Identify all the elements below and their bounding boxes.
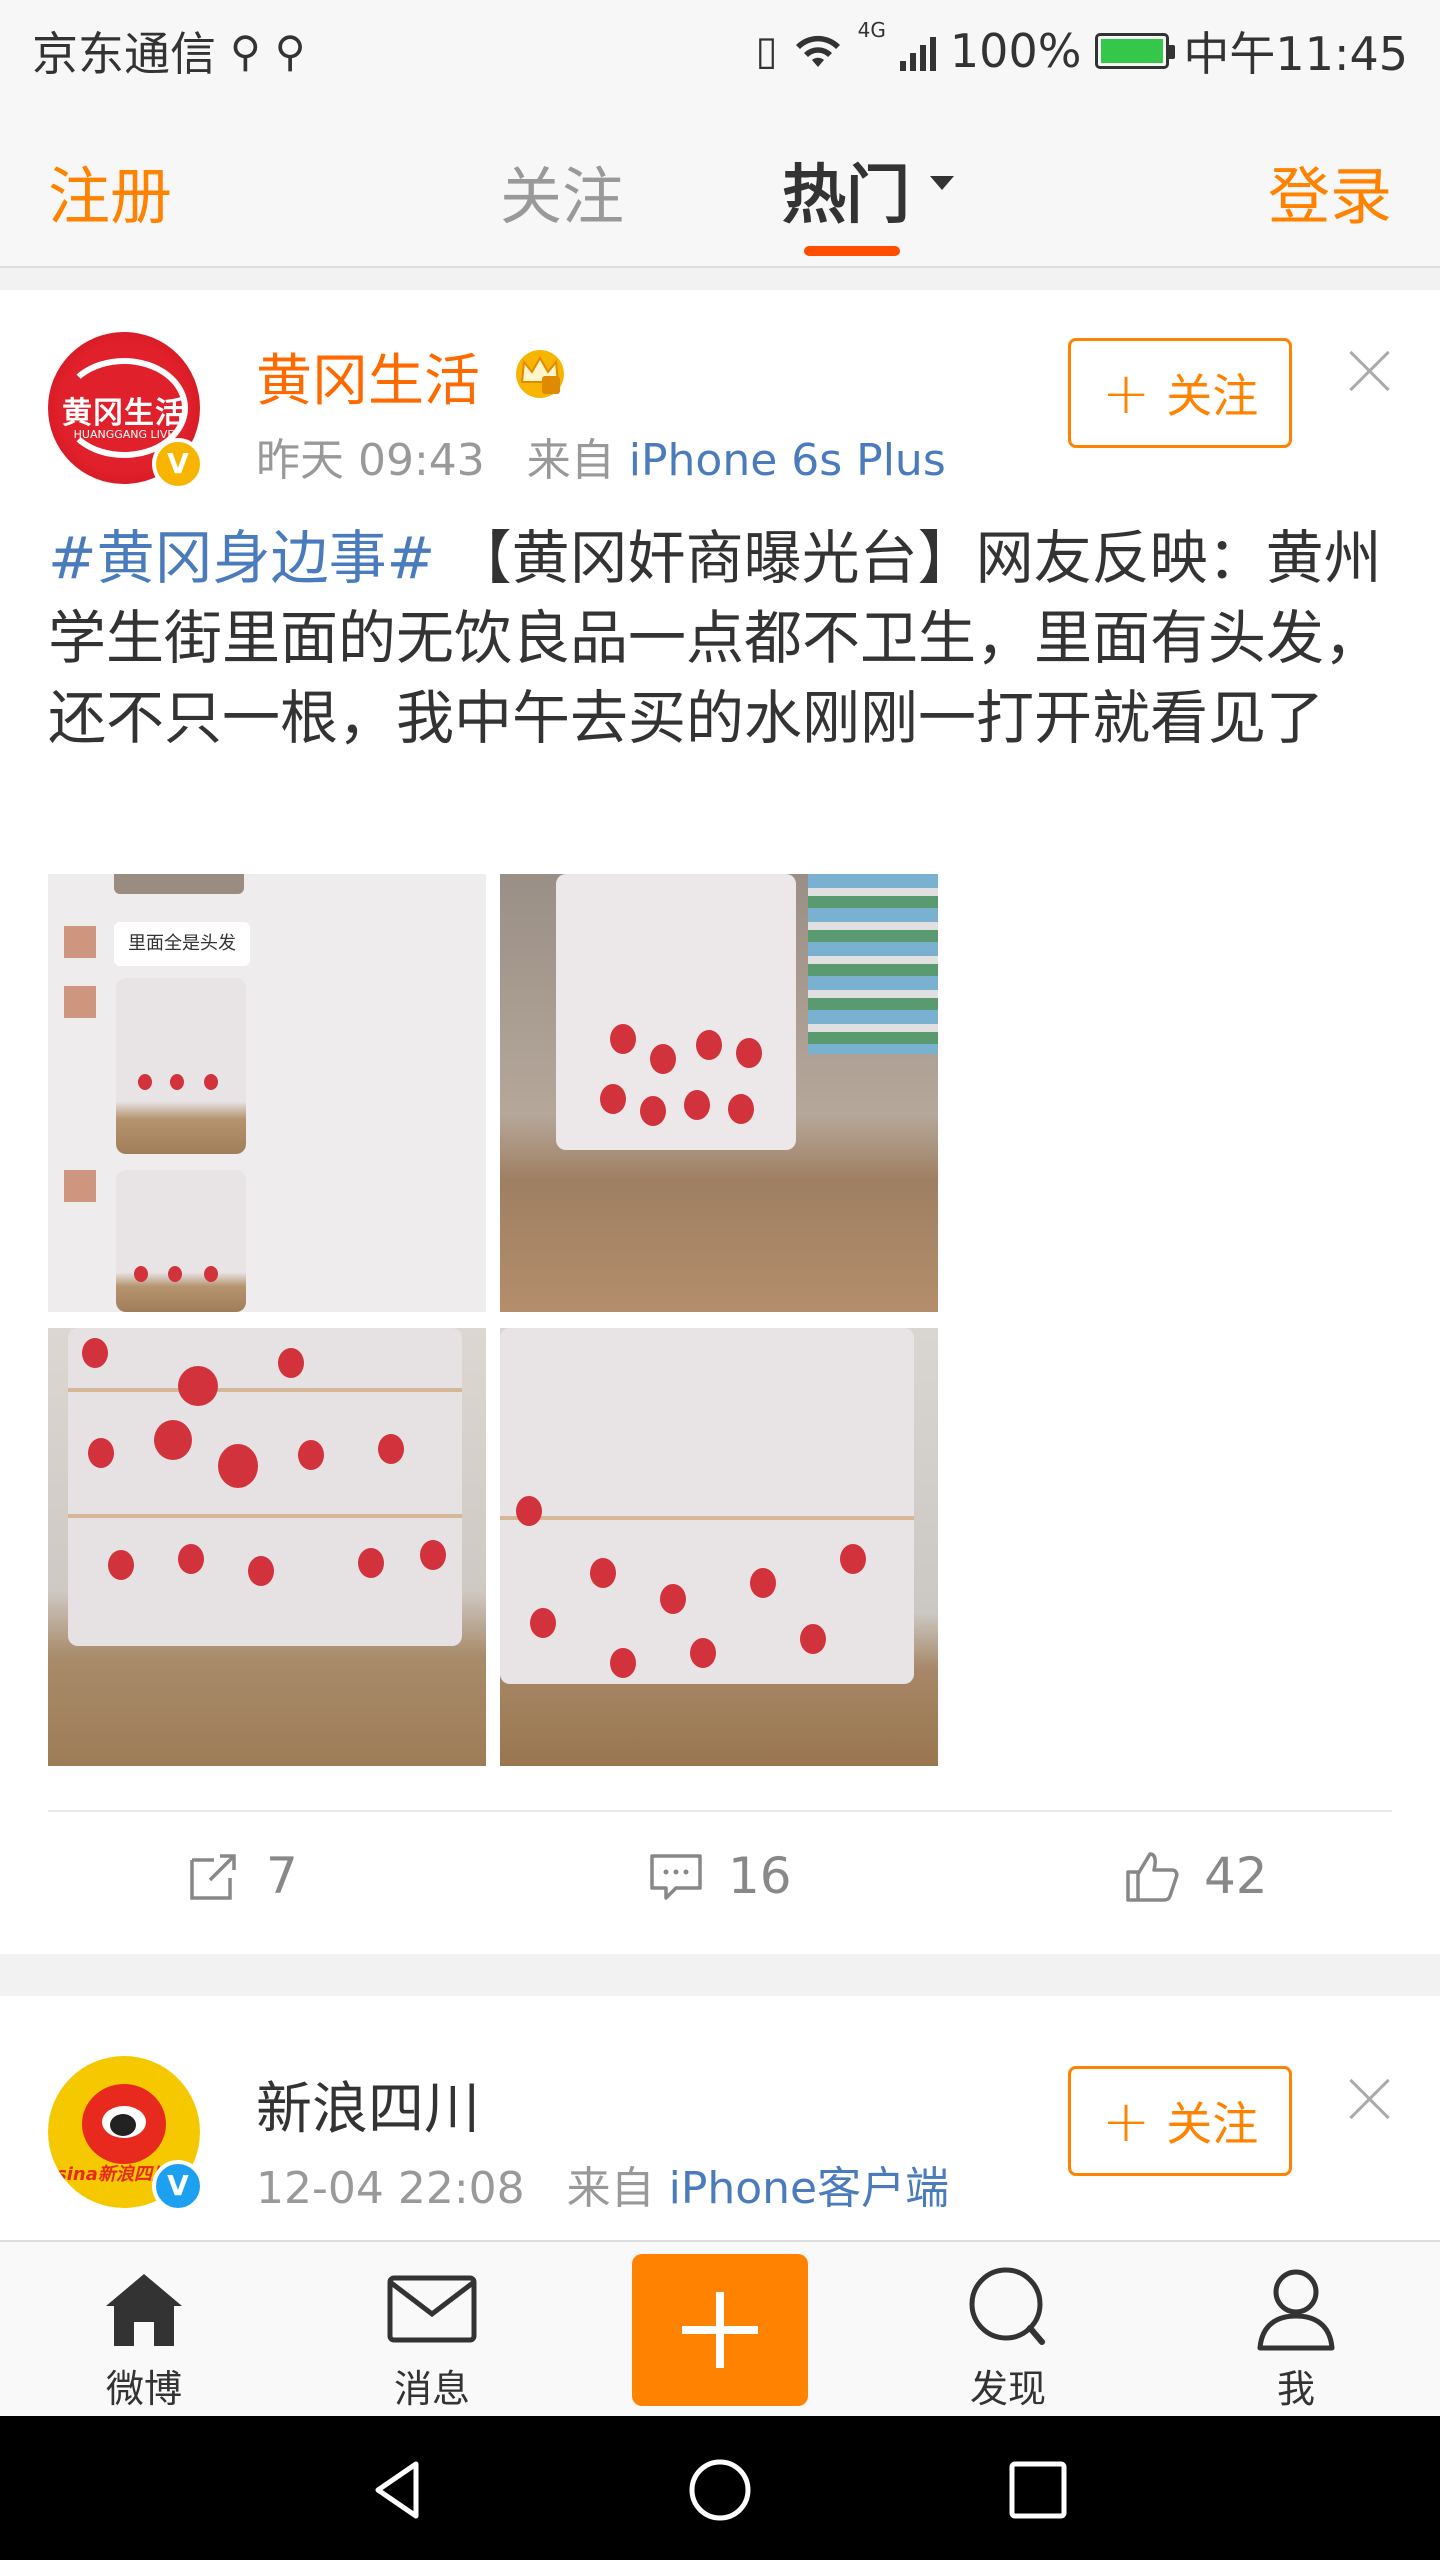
post-image-3[interactable] [48, 1328, 486, 1766]
comment-count: 16 [728, 1847, 792, 1905]
status-right: ▯ 4G 100% 中午11:45 [756, 18, 1408, 84]
tab-discover[interactable]: 发现 [918, 2262, 1098, 2413]
chat-avatar [64, 926, 96, 958]
repost-count: 7 [266, 1847, 298, 1905]
usb-icon: ⚲ [230, 26, 261, 76]
post-time: 昨天 09:43 [256, 435, 485, 486]
post-actions: 7 16 42 [0, 1812, 1440, 1954]
clock: 中午11:45 [1183, 27, 1408, 81]
plus-icon: + [1101, 359, 1151, 427]
verified-badge-icon: V [152, 438, 204, 490]
from-label: 来自 [526, 435, 615, 486]
post-image-1[interactable]: 里面全是头发 [48, 874, 486, 1312]
follow-button-label: 关注 [1166, 2097, 1259, 2151]
post-meta: 昨天 09:43 来自 iPhone 6s Plus [256, 424, 946, 488]
post-card[interactable]: sina新浪四川 V 新浪四川 12-04 22:08 来自 iPhone客户端… [0, 1996, 1440, 2240]
avatar-logo-text: 黄冈生活 [62, 396, 186, 431]
follow-button[interactable]: + 关注 [1068, 338, 1292, 448]
post-image-4[interactable] [500, 1328, 938, 1766]
tab-messages-label: 消息 [393, 2367, 470, 2411]
tab-home-label: 微博 [105, 2367, 182, 2411]
battery-percent: 100% [949, 24, 1082, 78]
post-source[interactable]: iPhone客户端 [669, 2163, 950, 2214]
thumbs-up-icon [1126, 1852, 1179, 1902]
tab-follow[interactable]: 关注 [500, 146, 624, 236]
post-text: #黄冈身边事# 【黄冈奸商曝光台】网友反映：黄州学生街里面的无饮良品一点都不卫生… [48, 518, 1388, 758]
repost-icon [190, 1854, 236, 1900]
tab-me[interactable]: 我 [1206, 2262, 1386, 2413]
follow-button-label: 关注 [1166, 369, 1259, 423]
tab-home[interactable]: 微博 [54, 2262, 234, 2413]
login-link[interactable]: 登录 [1268, 146, 1392, 236]
post-meta: 12-04 22:08 来自 iPhone客户端 [256, 2152, 949, 2216]
close-icon[interactable] [1348, 2076, 1392, 2120]
plus-icon: + [1101, 2087, 1151, 2155]
envelope-icon [387, 2275, 477, 2343]
network-type: 4G [857, 18, 886, 42]
system-nav-bar [0, 2416, 1440, 2560]
from-label: 来自 [566, 2163, 655, 2214]
back-icon[interactable] [366, 2458, 430, 2522]
home-icon [106, 2274, 182, 2346]
signal-icon [899, 31, 936, 71]
comment-icon [650, 1854, 702, 1900]
status-left: 京东通信 ⚲ ⚲ [32, 18, 306, 84]
active-tab-indicator [804, 246, 900, 256]
post-time: 12-04 22:08 [256, 2163, 525, 2214]
home-circle-icon[interactable] [688, 2458, 752, 2522]
author-name[interactable]: 黄冈生活 [256, 336, 480, 417]
like-button[interactable]: 42 [1122, 1846, 1268, 1906]
vibrate-icon: ▯ [755, 28, 778, 74]
post-source[interactable]: iPhone 6s Plus [629, 435, 946, 486]
recents-icon[interactable] [1006, 2458, 1070, 2522]
status-bar: 京东通信 ⚲ ⚲ ▯ 4G 100% 中午11:45 [0, 0, 1440, 100]
chat-avatar [64, 1170, 96, 1202]
register-link[interactable]: 注册 [48, 146, 172, 236]
verified-badge-icon: V [152, 2160, 204, 2212]
author-name[interactable]: 新浪四川 [256, 2064, 480, 2145]
comment-button[interactable]: 16 [646, 1846, 792, 1906]
post-image-2[interactable] [500, 874, 938, 1312]
tab-messages[interactable]: 消息 [342, 2262, 522, 2413]
bottom-tab-bar: 微博 消息 发现 我 [0, 2240, 1440, 2416]
usb-icon-2: ⚲ [274, 26, 306, 76]
carrier-name: 京东通信 [32, 27, 216, 81]
chat-avatar [64, 986, 96, 1018]
search-icon [969, 2267, 1045, 2345]
follow-button[interactable]: + 关注 [1068, 2066, 1292, 2176]
tab-discover-label: 发现 [969, 2367, 1046, 2411]
top-nav: 注册 关注 热门 登录 [0, 100, 1440, 268]
dropdown-caret-icon[interactable] [930, 176, 954, 190]
wifi-icon [795, 35, 840, 67]
compose-button[interactable] [632, 2254, 808, 2406]
tab-me-label: 我 [1276, 2367, 1315, 2411]
chat-bubble: 里面全是头发 [114, 922, 250, 966]
hashtag-link[interactable]: #黄冈身边事# [48, 524, 435, 592]
close-icon[interactable] [1348, 348, 1392, 392]
like-count: 42 [1204, 1847, 1268, 1905]
post-card[interactable]: 黄冈生活 HUANGGANG LIVE V 黄冈生活 昨天 09:43 来自 i… [0, 290, 1440, 1954]
repost-button[interactable]: 7 [184, 1846, 298, 1906]
battery-icon [1095, 33, 1176, 69]
person-icon [1257, 2269, 1335, 2351]
crown-icon [516, 350, 564, 398]
tab-hot[interactable]: 热门 [782, 144, 910, 236]
